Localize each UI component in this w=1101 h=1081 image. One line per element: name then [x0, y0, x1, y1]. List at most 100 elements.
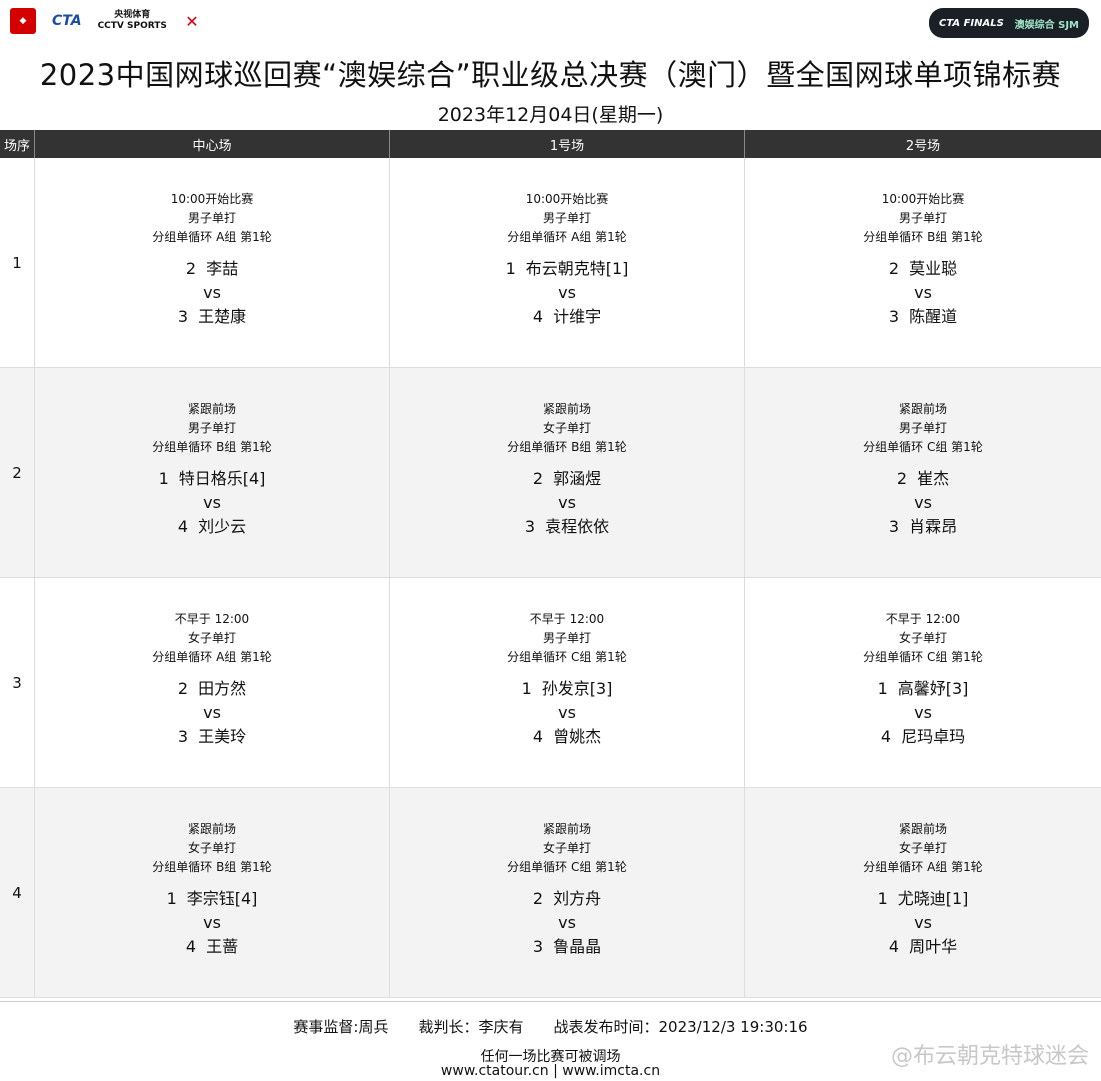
- weibo-watermark: @布云朝克特球迷会: [890, 1044, 1089, 1069]
- player1-name: 高馨妤[3]: [897, 679, 969, 698]
- match-cell: 10:00开始比赛 男子单打 分组单循环 A组 第1轮 1 布云朝克特[1] vs…: [390, 158, 745, 367]
- player1-seed: 2: [532, 889, 544, 908]
- player2-name: 王楚康: [198, 307, 247, 326]
- player1-name: 尤晓迪[1]: [897, 889, 969, 908]
- match-time: 不早于 12:00: [174, 612, 250, 626]
- player2-seed: 4: [880, 727, 892, 746]
- match-time: 紧跟前场: [187, 402, 236, 416]
- match-cell: 10:00开始比赛 男子单打 分组单循环 A组 第1轮 2 李喆 vs 3 王楚康: [35, 158, 390, 367]
- match-round: 分组单循环 C组 第1轮: [863, 440, 983, 454]
- match-cell: 紧跟前场 女子单打 分组单循环 A组 第1轮 1 尤晓迪[1] vs 4 周叶华: [745, 788, 1101, 997]
- player2-name: 周叶华: [909, 937, 958, 956]
- sjm-logo-text: 澳娱综合 SJM: [1014, 19, 1079, 31]
- player2-name: 鲁晶晶: [553, 937, 602, 956]
- row-seq: 4: [0, 788, 35, 997]
- column-header-court-2: 2号场: [905, 138, 941, 154]
- player2-seed: 3: [177, 307, 189, 326]
- sponsor-logos: ◆ CTA 央视体育 CCTV SPORTS ✕: [10, 8, 205, 34]
- player1-seed: 2: [888, 259, 900, 278]
- table-row: 1 10:00开始比赛 男子单打 分组单循环 A组 第1轮 2 李喆 vs 3 王楚…: [0, 158, 1101, 368]
- match-event: 女子单打: [898, 841, 947, 855]
- match-cell: 紧跟前场 女子单打 分组单循环 B组 第1轮 1 李宗钰[4] vs 4 王蔷: [35, 788, 390, 997]
- vs-label: vs: [203, 703, 221, 722]
- player1-name: 特日格乐[4]: [178, 469, 266, 488]
- column-header-seq: 场序: [0, 130, 35, 158]
- player1-name: 郭涵煜: [553, 469, 602, 488]
- match-event: 女子单打: [898, 631, 947, 645]
- schedule-date: 2023年12月04日(星期一): [437, 104, 664, 126]
- player2-name: 袁程依依: [545, 517, 610, 536]
- vs-label: vs: [203, 283, 221, 302]
- player2-seed: 3: [888, 307, 900, 326]
- player1-seed: 1: [521, 679, 532, 698]
- player2-seed: 4: [177, 517, 189, 536]
- match-round: 分组单循环 A组 第1轮: [152, 650, 272, 664]
- tennis-logo-icon: ✕: [185, 11, 199, 31]
- player1-seed: 1: [166, 889, 177, 908]
- match-round: 分组单循环 C组 第1轮: [507, 650, 627, 664]
- table-row: 4 紧跟前场 女子单打 分组单循环 B组 第1轮 1 李宗钰[4] vs 4 王蔷 …: [0, 788, 1101, 998]
- vs-label: vs: [558, 493, 576, 512]
- cctv-logo-cn: 央视体育: [114, 10, 151, 20]
- match-round: 分组单循环 A组 第1轮: [507, 230, 627, 244]
- match-event: 男子单打: [898, 421, 947, 435]
- publish-time: 战表发布时间：2023/12/3 19:30:16: [553, 1018, 808, 1036]
- match-cell: 不早于 12:00 女子单打 分组单循环 A组 第1轮 2 田方然 vs 3 王美玲: [35, 578, 390, 787]
- match-cell: 10:00开始比赛 男子单打 分组单循环 B组 第1轮 2 莫业聪 vs 3 陈醒道: [745, 158, 1101, 367]
- match-time: 不早于 12:00: [529, 612, 605, 626]
- match-time: 不早于 12:00: [885, 612, 961, 626]
- player2-seed: 3: [888, 517, 900, 536]
- cctv-logo-en: CCTV SPORTS: [97, 21, 167, 31]
- column-header-court-1: 1号场: [390, 130, 745, 158]
- finals-logo: CTA FINALS 澳娱综合 SJM: [929, 8, 1089, 38]
- match-round: 分组单循环 A组 第1轮: [152, 230, 272, 244]
- match-round: 分组单循环 B组 第1轮: [152, 860, 272, 874]
- player1-seed: 1: [877, 679, 888, 698]
- player1-name: 田方然: [198, 679, 247, 698]
- player1-seed: 2: [896, 469, 908, 488]
- supervisor: 赛事监督:周兵: [293, 1018, 389, 1036]
- match-event: 女子单打: [542, 841, 591, 855]
- player1-seed: 2: [532, 469, 544, 488]
- match-time: 10:00开始比赛: [525, 192, 609, 206]
- player2-name: 刘少云: [198, 517, 247, 536]
- referee: 裁判长：李庆有: [418, 1018, 524, 1036]
- vs-label: vs: [558, 913, 576, 932]
- vs-label: vs: [558, 283, 576, 302]
- vs-label: vs: [558, 703, 576, 722]
- vs-label: vs: [203, 493, 221, 512]
- match-event: 女子单打: [187, 631, 236, 645]
- player1-name: 布云朝克特[1]: [525, 259, 629, 278]
- match-event: 男子单打: [542, 631, 591, 645]
- match-cell: 紧跟前场 男子单打 分组单循环 B组 第1轮 1 特日格乐[4] vs 4 刘少云: [35, 368, 390, 577]
- page-title: 2023中国网球巡回赛“澳娱综合”职业级总决赛（澳门）暨全国网球单项锦标赛: [39, 58, 1062, 92]
- player2-name: 尼玛卓玛: [901, 727, 966, 746]
- player1-name: 崔杰: [917, 469, 950, 488]
- player2-seed: 4: [532, 727, 544, 746]
- match-time: 10:00开始比赛: [881, 192, 965, 206]
- officials-line: 赛事监督:周兵 裁判长：李庆有 战表发布时间：2023/12/3 19:30:1…: [0, 1016, 1101, 1037]
- vs-label: vs: [914, 493, 932, 512]
- match-round: 分组单循环 B组 第1轮: [507, 440, 627, 454]
- match-time: 紧跟前场: [542, 822, 591, 836]
- player2-name: 王美玲: [198, 727, 247, 746]
- match-event: 女子单打: [187, 841, 236, 855]
- match-cell: 紧跟前场 男子单打 分组单循环 C组 第1轮 2 崔杰 vs 3 肖霖昂: [745, 368, 1101, 577]
- finals-logo-text: CTA FINALS: [939, 17, 1004, 29]
- schedule-table: 场序 中心场 1号场 2号场 1 10:00开始比赛 男子单打 分组单循环 A组…: [0, 130, 1101, 998]
- match-cell: 不早于 12:00 女子单打 分组单循环 C组 第1轮 1 高馨妤[3] vs 4…: [745, 578, 1101, 787]
- player2-seed: 3: [177, 727, 189, 746]
- player2-seed: 4: [888, 937, 900, 956]
- match-round: 分组单循环 B组 第1轮: [152, 440, 272, 454]
- match-cell: 紧跟前场 女子单打 分组单循环 B组 第1轮 2 郭涵煜 vs 3 袁程依依: [390, 368, 745, 577]
- player1-seed: 2: [177, 679, 189, 698]
- match-event: 男子单打: [542, 211, 591, 225]
- table-row: 3 不早于 12:00 女子单打 分组单循环 A组 第1轮 2 田方然 vs 3 王…: [0, 578, 1101, 788]
- vs-label: vs: [914, 913, 932, 932]
- row-seq: 2: [0, 368, 35, 577]
- table-row: 2 紧跟前场 男子单打 分组单循环 B组 第1轮 1 特日格乐[4] vs 4 刘少…: [0, 368, 1101, 578]
- match-event: 女子单打: [542, 421, 591, 435]
- match-event: 男子单打: [898, 211, 947, 225]
- player2-name: 陈醒道: [909, 307, 958, 326]
- association-logo: ◆: [10, 8, 36, 34]
